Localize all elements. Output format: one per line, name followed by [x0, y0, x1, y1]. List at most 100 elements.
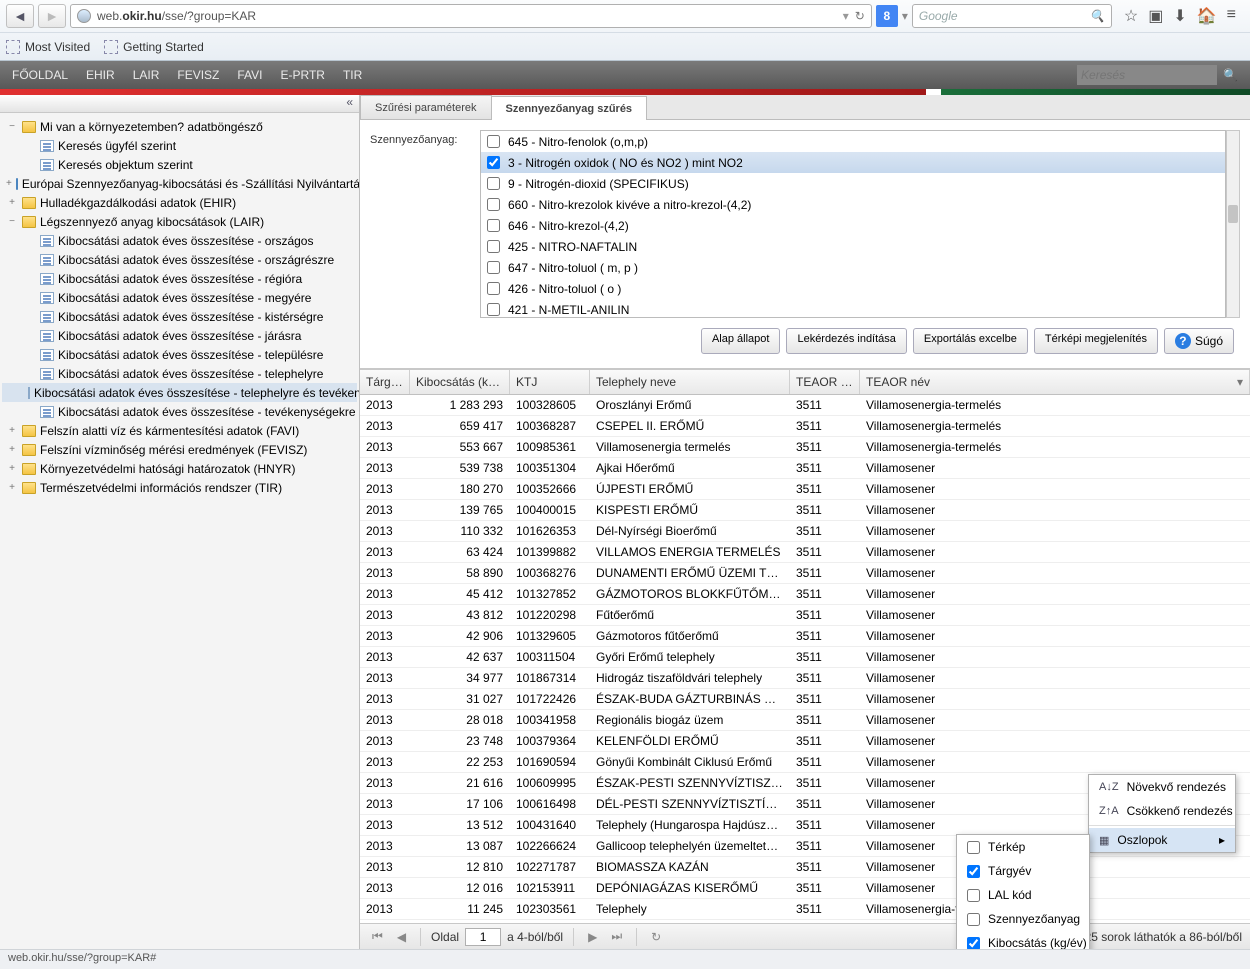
- pollutant-checkbox[interactable]: [487, 261, 500, 274]
- expand-icon[interactable]: +: [6, 482, 18, 493]
- tree-item[interactable]: −Mi van a környezetemben? adatböngésző: [2, 117, 357, 136]
- table-row[interactable]: 2013110 332101626353Dél-Nyírségi Bioerőm…: [360, 521, 1250, 542]
- table-row[interactable]: 2013180 270100352666ÚJPESTI ERŐMŰ3511Vil…: [360, 479, 1250, 500]
- pollutant-item[interactable]: 647 - Nitro-toluol ( m, p ): [481, 257, 1225, 278]
- table-row[interactable]: 201312 810102271787BIOMASSZA KAZÁN3511Vi…: [360, 857, 1250, 878]
- column-checkbox[interactable]: [967, 865, 980, 878]
- refresh-grid[interactable]: ↻: [647, 928, 665, 946]
- scrollbar[interactable]: [1226, 130, 1240, 318]
- pollutant-item[interactable]: 3 - Nitrogén oxidok ( NO és NO2 ) mint N…: [481, 152, 1225, 173]
- pollutant-item[interactable]: 425 - NITRO-NAFTALIN: [481, 236, 1225, 257]
- prev-page[interactable]: ◀: [393, 928, 410, 946]
- tree-item[interactable]: Kibocsátási adatok éves összesítése - ki…: [2, 307, 357, 326]
- browser-search[interactable]: Google 🔍: [912, 4, 1112, 28]
- pollutant-checkbox[interactable]: [487, 219, 500, 232]
- expand-icon[interactable]: +: [6, 463, 18, 474]
- expand-icon[interactable]: +: [6, 197, 18, 208]
- page-input[interactable]: [465, 928, 501, 946]
- tree-item[interactable]: Kibocsátási adatok éves összesítése - te…: [2, 383, 357, 402]
- dropdown-icon[interactable]: ▾: [843, 9, 849, 23]
- table-row[interactable]: 201363 424101399882VILLAMOS ENERGIA TERM…: [360, 542, 1250, 563]
- tree-item[interactable]: Kibocsátási adatok éves összesítése - or…: [2, 250, 357, 269]
- sort-desc[interactable]: Z↑ACsökkenő rendezés: [1089, 799, 1235, 823]
- last-page[interactable]: ⏭: [607, 927, 626, 946]
- search-icon[interactable]: 🔍: [1090, 9, 1105, 23]
- search-icon[interactable]: 🔍: [1223, 68, 1238, 82]
- tree-item[interactable]: +Környezetvédelmi hatósági határozatok (…: [2, 459, 357, 478]
- column-sort-menu[interactable]: A↓ZNövekvő rendezés Z↑ACsökkenő rendezés…: [1088, 774, 1236, 853]
- menu-icon[interactable]: ≡: [1227, 6, 1236, 26]
- map-button[interactable]: Térképi megjelenítés: [1034, 328, 1158, 354]
- site-search-input[interactable]: [1077, 65, 1217, 85]
- columns-submenu[interactable]: ▦Oszlopok▸: [1089, 828, 1235, 852]
- tree-item[interactable]: +Hulladékgazdálkodási adatok (EHIR): [2, 193, 357, 212]
- next-page[interactable]: ▶: [584, 928, 601, 946]
- tree-item[interactable]: Kibocsátási adatok éves összesítése - ré…: [2, 269, 357, 288]
- nav-item[interactable]: EHIR: [86, 68, 115, 82]
- forward-button[interactable]: ►: [38, 4, 66, 28]
- table-row[interactable]: 201311 245102303561Telephely3511Villamos…: [360, 899, 1250, 920]
- pollutant-checkbox[interactable]: [487, 240, 500, 253]
- column-checkbox[interactable]: [967, 937, 980, 950]
- nav-item[interactable]: FEVISZ: [177, 68, 219, 82]
- expand-icon[interactable]: −: [6, 121, 18, 132]
- tree-item[interactable]: −Légszennyező anyag kibocsátások (LAIR): [2, 212, 357, 231]
- pollutant-item[interactable]: 660 - Nitro-krezolok kivéve a nitro-krez…: [481, 194, 1225, 215]
- table-row[interactable]: 201334 977101867314Hidrogáz tiszaföldvár…: [360, 668, 1250, 689]
- column-menu-trigger[interactable]: ▾: [1237, 375, 1243, 389]
- tree-item[interactable]: Keresés objektum szerint: [2, 155, 357, 174]
- col-site-name[interactable]: Telephely neve: [590, 370, 790, 394]
- nav-item[interactable]: E-PRTR: [281, 68, 325, 82]
- pollutant-item[interactable]: 421 - N-METIL-ANILIN: [481, 299, 1225, 318]
- query-button[interactable]: Lekérdezés indítása: [786, 328, 906, 354]
- pollutant-list[interactable]: 645 - Nitro-fenolok (o,m,p)3 - Nitrogén …: [480, 130, 1226, 318]
- pollutant-checkbox[interactable]: [487, 135, 500, 148]
- help-button[interactable]: ?Súgó: [1164, 328, 1234, 354]
- expand-icon[interactable]: +: [6, 425, 18, 436]
- col-ktj[interactable]: KTJ: [510, 370, 590, 394]
- tree-item[interactable]: Kibocsátási adatok éves összesítése - te…: [2, 345, 357, 364]
- table-row[interactable]: 201322 253101690594Gönyűi Kombinált Cikl…: [360, 752, 1250, 773]
- tree-item[interactable]: +Természetvédelmi információs rendszer (…: [2, 478, 357, 497]
- table-row[interactable]: 201328 018100341958Regionális biogáz üze…: [360, 710, 1250, 731]
- grid-header[interactable]: Tárgyév Kibocsátás (kg/év... KTJ Telephe…: [360, 370, 1250, 395]
- library-icon[interactable]: ▣: [1148, 6, 1163, 26]
- tree-item[interactable]: +Felszíni vízminőség mérési eredmények (…: [2, 440, 357, 459]
- tree-item[interactable]: Keresés ügyfél szerint: [2, 136, 357, 155]
- reset-button[interactable]: Alap állapot: [701, 328, 781, 354]
- pollutant-item[interactable]: 9 - Nitrogén-dioxid (SPECIFIKUS): [481, 173, 1225, 194]
- nav-item[interactable]: TIR: [343, 68, 362, 82]
- nav-item[interactable]: FŐOLDAL: [12, 68, 68, 82]
- table-row[interactable]: 201342 906101329605Gázmotoros fűtőerőmű3…: [360, 626, 1250, 647]
- table-row[interactable]: 2013553 667100985361Villamosenergia term…: [360, 437, 1250, 458]
- column-checkbox[interactable]: [967, 913, 980, 926]
- back-button[interactable]: ◄: [6, 4, 34, 28]
- pollutant-checkbox[interactable]: [487, 198, 500, 211]
- download-icon[interactable]: ⬇: [1173, 6, 1186, 26]
- column-toggle[interactable]: Szennyezőanyag: [957, 907, 1089, 931]
- table-row[interactable]: 2013539 738100351304Ajkai Hőerőmű3511Vil…: [360, 458, 1250, 479]
- table-row[interactable]: 201343 812101220298Fűtőerőmű3511Villamos…: [360, 605, 1250, 626]
- tab-filter-params[interactable]: Szűrési paraméterek: [360, 95, 492, 119]
- column-toggle[interactable]: Tárgyév: [957, 859, 1089, 883]
- tree-item[interactable]: +Európai Szennyezőanyag-kibocsátási és -…: [2, 174, 357, 193]
- column-checkbox[interactable]: [967, 889, 980, 902]
- tree-item[interactable]: +Felszín alatti víz és kármentesítési ad…: [2, 421, 357, 440]
- pollutant-checkbox[interactable]: [487, 156, 500, 169]
- pollutant-checkbox[interactable]: [487, 282, 500, 295]
- tree-item[interactable]: Kibocsátási adatok éves összesítése - me…: [2, 288, 357, 307]
- bookmark-getting-started[interactable]: Getting Started: [104, 40, 204, 54]
- search-provider-dropdown[interactable]: ▾: [902, 9, 908, 23]
- export-button[interactable]: Exportálás excelbe: [913, 328, 1028, 354]
- tree-item[interactable]: Kibocsátási adatok éves összesítése - te…: [2, 402, 357, 421]
- column-toggle[interactable]: Kibocsátás (kg/év): [957, 931, 1089, 949]
- table-row[interactable]: 201345 412101327852GÁZMOTOROS BLOKKFŰTŐM…: [360, 584, 1250, 605]
- tree-item[interactable]: Kibocsátási adatok éves összesítése - te…: [2, 364, 357, 383]
- column-checkbox[interactable]: [967, 841, 980, 854]
- collapse-handle[interactable]: «: [0, 95, 359, 113]
- col-teaor-code[interactable]: TEAOR kód: [790, 370, 860, 394]
- google-icon[interactable]: 8: [876, 5, 898, 27]
- home-icon[interactable]: 🏠: [1197, 6, 1217, 26]
- col-emission[interactable]: Kibocsátás (kg/év...: [410, 370, 510, 394]
- tree-item[interactable]: Kibocsátási adatok éves összesítése - já…: [2, 326, 357, 345]
